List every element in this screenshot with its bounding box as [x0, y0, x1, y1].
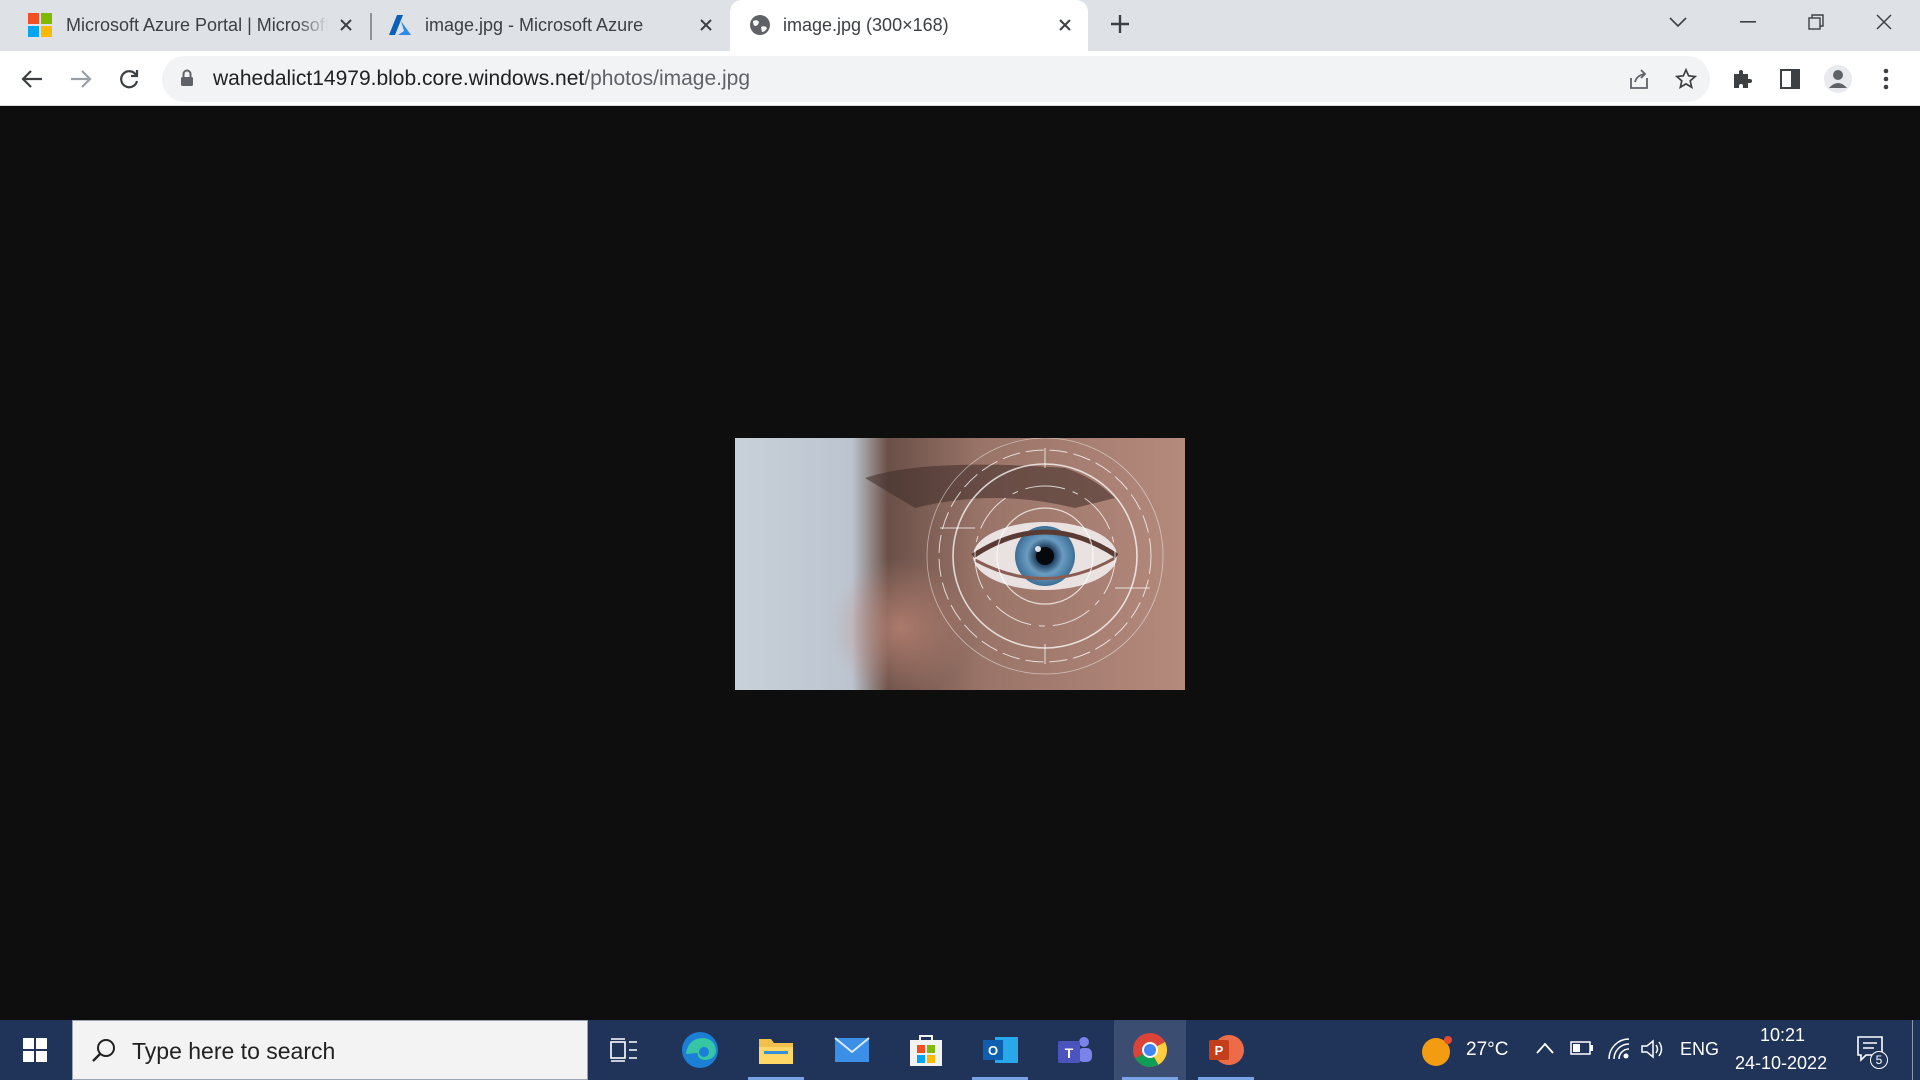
- tab-title: Microsoft Azure Portal | Microsoft Azure: [66, 15, 328, 35]
- forward-arrow-icon: [71, 70, 92, 88]
- extensions-puzzle-icon: [1734, 70, 1752, 88]
- taskbar-edge[interactable]: [664, 1020, 736, 1080]
- wifi-icon[interactable]: [1608, 1038, 1630, 1060]
- browser-toolbar: wahedalict14979.blob.core.windows.net/ph…: [0, 51, 1920, 106]
- svg-text:P: P: [1215, 1043, 1224, 1058]
- back-arrow-icon: [21, 70, 42, 88]
- windows-logo-icon: [23, 1038, 47, 1062]
- tab-title: image.jpg - Microsoft Azure: [425, 15, 644, 35]
- profile-avatar-icon: [1824, 65, 1852, 93]
- share-button[interactable]: [1623, 63, 1655, 95]
- microsoft-store-icon: [910, 1035, 942, 1066]
- side-panel-icon: [1780, 69, 1800, 89]
- taskbar-outlook[interactable]: O: [964, 1020, 1036, 1080]
- taskbar-mail[interactable]: [816, 1020, 888, 1080]
- notification-count-badge: 5: [1870, 1051, 1888, 1069]
- clock-time[interactable]: 10:21: [1760, 1025, 1805, 1046]
- microsoft-logo-icon: [28, 13, 52, 37]
- azure-logo-icon: [389, 15, 411, 35]
- close-tab-icon[interactable]: [1054, 14, 1076, 36]
- weather-temperature[interactable]: 27°C: [1466, 1039, 1508, 1061]
- volume-icon[interactable]: [1640, 1038, 1664, 1060]
- lock-icon[interactable]: [180, 69, 194, 87]
- restore-button[interactable]: [1786, 0, 1846, 44]
- bookmark-button[interactable]: [1670, 63, 1702, 95]
- svg-text:O: O: [988, 1043, 998, 1058]
- close-tab-icon[interactable]: [335, 14, 357, 36]
- chevron-down-icon: [1669, 17, 1687, 28]
- close-window-button[interactable]: [1854, 0, 1914, 44]
- taskbar-search-box[interactable]: Type here to search: [72, 1020, 588, 1080]
- profile-button[interactable]: [1822, 63, 1854, 95]
- bookmark-star-icon: [1675, 68, 1697, 89]
- tab-title: image.jpg (300×168): [783, 15, 949, 35]
- notification-center-button[interactable]: 5: [1856, 1035, 1890, 1069]
- taskbar-file-explorer[interactable]: [740, 1020, 812, 1080]
- tab-azure-portal[interactable]: Microsoft Azure Portal | Microsoft Azure: [0, 0, 368, 51]
- search-icon: [92, 1039, 115, 1062]
- search-placeholder: Type here to search: [132, 1038, 336, 1064]
- clock-date[interactable]: 24-10-2022: [1735, 1053, 1827, 1074]
- tab-image-active[interactable]: image.jpg (300×168): [730, 0, 1088, 51]
- forward-button[interactable]: [65, 63, 97, 95]
- taskbar-store[interactable]: [890, 1020, 962, 1080]
- teams-icon: T: [1058, 1037, 1092, 1063]
- mail-icon: [834, 1037, 870, 1062]
- tab-strip: Microsoft Azure Portal | Microsoft Azure…: [0, 0, 1920, 51]
- input-language[interactable]: ENG: [1680, 1039, 1719, 1060]
- close-tab-icon[interactable]: [695, 14, 717, 36]
- taskbar-powerpoint[interactable]: P: [1190, 1020, 1262, 1080]
- chrome-icon: [1133, 1033, 1167, 1067]
- menu-button[interactable]: [1870, 63, 1902, 95]
- screen: Microsoft Azure Portal | Microsoft Azure…: [0, 0, 1920, 1080]
- url-text[interactable]: wahedalict14979.blob.core.windows.net/ph…: [213, 56, 750, 102]
- menu-kebab-icon: [1883, 68, 1889, 90]
- minimize-icon: [1740, 21, 1756, 23]
- windows-taskbar: Type here to search O T P 27°C ENG 10:21…: [0, 1020, 1920, 1080]
- file-explorer-icon: [759, 1039, 793, 1064]
- battery-icon[interactable]: [1570, 1040, 1594, 1056]
- chevron-up-icon[interactable]: [1536, 1042, 1554, 1054]
- eye-photo: [735, 438, 1185, 690]
- edge-icon: [682, 1032, 718, 1068]
- reload-icon: [120, 70, 139, 89]
- task-view-icon: [610, 1038, 637, 1062]
- outlook-icon: O: [983, 1037, 1018, 1063]
- url-host: wahedalict14979.blob.core.windows.net: [213, 67, 585, 90]
- address-bar[interactable]: wahedalict14979.blob.core.windows.net/ph…: [162, 56, 1710, 102]
- new-tab-button[interactable]: [1106, 12, 1134, 40]
- start-button[interactable]: [0, 1020, 70, 1080]
- extensions-button[interactable]: [1726, 63, 1758, 95]
- powerpoint-icon: P: [1209, 1035, 1244, 1065]
- page-content: [0, 106, 1920, 1020]
- plus-icon: [1111, 15, 1129, 33]
- globe-icon: [750, 15, 770, 35]
- taskbar-chrome[interactable]: [1114, 1020, 1186, 1080]
- close-icon: [1876, 14, 1892, 30]
- restore-icon: [1808, 14, 1824, 30]
- tab-search-button[interactable]: [1648, 0, 1708, 44]
- show-desktop-button[interactable]: [1912, 1020, 1920, 1080]
- eye-scan-image[interactable]: [735, 438, 1185, 690]
- url-path: /photos/image.jpg: [584, 67, 751, 90]
- svg-text:T: T: [1065, 1045, 1074, 1061]
- share-icon: [1630, 69, 1648, 89]
- side-panel-button[interactable]: [1774, 63, 1806, 95]
- taskbar-teams[interactable]: T: [1039, 1020, 1111, 1080]
- weather-sun-icon[interactable]: [1420, 1034, 1454, 1068]
- back-button[interactable]: [16, 63, 48, 95]
- reload-button[interactable]: [113, 63, 145, 95]
- minimize-button[interactable]: [1718, 0, 1778, 44]
- task-view-button[interactable]: [588, 1020, 660, 1080]
- tab-image-azure[interactable]: image.jpg - Microsoft Azure: [370, 0, 728, 51]
